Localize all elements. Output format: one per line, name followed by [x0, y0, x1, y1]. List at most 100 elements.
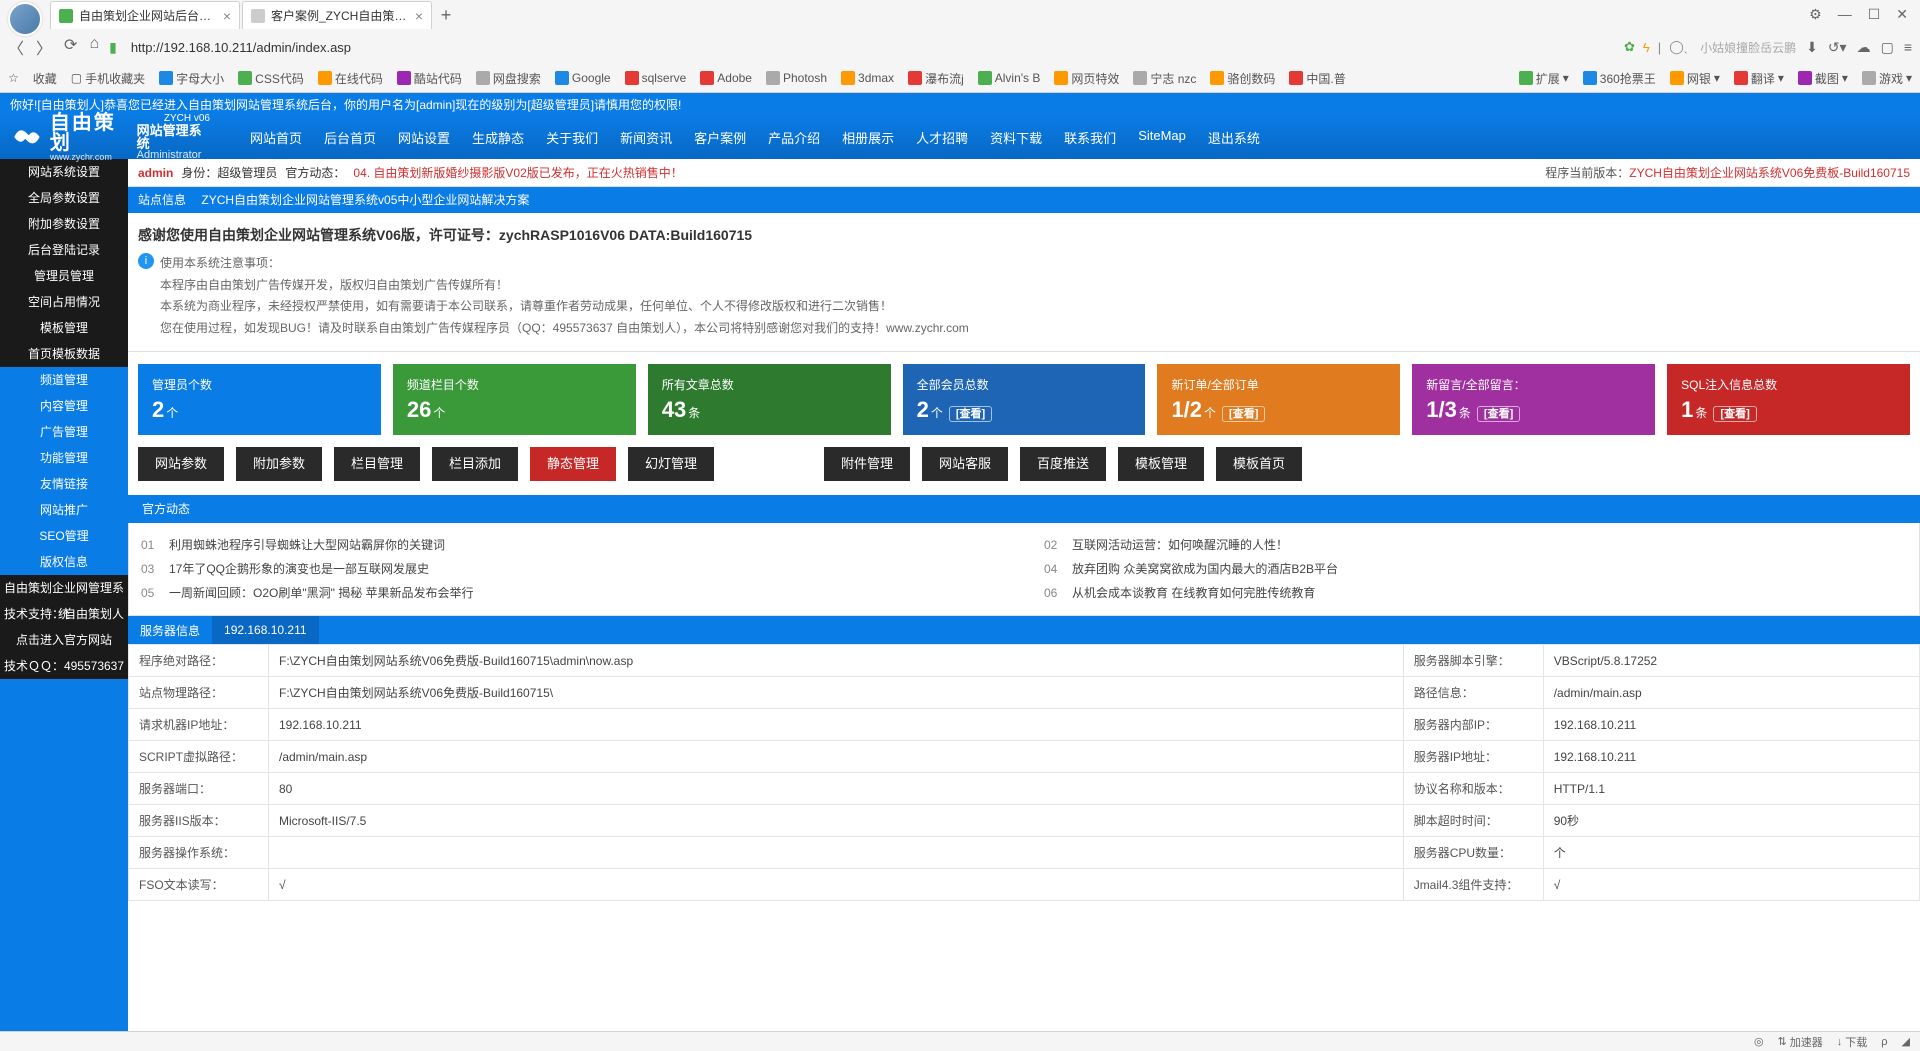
bookmark-item[interactable]: 收藏 [33, 70, 57, 87]
news-item[interactable]: 05一周新闻回顾：O2O刷单"黑洞" 揭秘 苹果新品发布会举行 [141, 581, 1004, 605]
nav-logout[interactable]: 退出系统 [1198, 124, 1270, 151]
nav-site-settings[interactable]: 网站设置 [388, 124, 460, 151]
bookmark-item[interactable]: 在线代码 [318, 70, 383, 87]
action-button[interactable]: 附件管理 [824, 447, 910, 481]
sync-icon[interactable]: ✿ [1624, 39, 1635, 55]
sidebar-foot[interactable]: 技术支持：自由策划人 [0, 601, 128, 627]
history-icon[interactable]: ↺▾ [1828, 39, 1847, 56]
news-item[interactable]: 06从机会成本谈教育 在线教育如何完胜传统教育 [1044, 581, 1907, 605]
sidebar-foot[interactable]: 技术ＱＱ：495573637 [0, 653, 128, 679]
news-link[interactable]: 一周新闻回顾：O2O刷单"黑洞" 揭秘 苹果新品发布会举行 [169, 581, 474, 605]
nav-contact[interactable]: 联系我们 [1054, 124, 1126, 151]
status-download[interactable]: ↓ 下载 [1837, 1034, 1868, 1050]
view-link[interactable]: [查看] [1713, 406, 1756, 422]
news-link[interactable]: 从机会成本谈教育 在线教育如何完胜传统教育 [1072, 581, 1315, 605]
sidebar-item-loginlog[interactable]: 后台登陆记录 [0, 237, 128, 263]
sidebar-item-seo[interactable]: SEO管理 [0, 523, 128, 549]
nav-gallery[interactable]: 相册展示 [832, 124, 904, 151]
nav-home[interactable]: 网站首页 [240, 124, 312, 151]
bookmark-item[interactable]: CSS代码 [238, 70, 304, 87]
news-link[interactable]: 放弃团购 众美窝窝欲成为国内最大的酒店B2B平台 [1072, 557, 1338, 581]
sidebar-item-admins[interactable]: 管理员管理 [0, 263, 128, 289]
sidebar-item-copyright[interactable]: 版权信息 [0, 549, 128, 575]
action-button[interactable]: 静态管理 [530, 447, 616, 481]
action-button[interactable]: 附加参数 [236, 447, 322, 481]
status-icon[interactable]: ρ [1881, 1036, 1887, 1048]
sidebar-item-links[interactable]: 友情链接 [0, 471, 128, 497]
sidebar-item-content[interactable]: 内容管理 [0, 393, 128, 419]
bookmark-item[interactable]: 网盘搜索 [476, 70, 541, 87]
bookmark-item[interactable]: 扩展 ▾ [1519, 70, 1569, 87]
bookmark-item[interactable]: Adobe [700, 71, 752, 85]
action-button[interactable]: 栏目管理 [334, 447, 420, 481]
news-item[interactable]: 01利用蜘蛛池程序引导蜘蛛让大型网站霸屏你的关键词 [141, 533, 1004, 557]
bookmark-item[interactable]: Google [555, 71, 611, 85]
news-item[interactable]: 0317年了QQ企鹅形象的演变也是一部互联网发展史 [141, 557, 1004, 581]
view-link[interactable]: [查看] [949, 406, 992, 422]
stat-card[interactable]: 新留言/全部留言：1/3条[查看] [1412, 364, 1655, 435]
action-button[interactable]: 百度推送 [1020, 447, 1106, 481]
stat-card[interactable]: 频道栏目个数26个 [393, 364, 636, 435]
nav-jobs[interactable]: 人才招聘 [906, 124, 978, 151]
sidebar-item-hometpl[interactable]: 首页模板数据 [0, 341, 128, 367]
tab-active[interactable]: 自由策划企业网站后台管理系统 × [50, 1, 240, 29]
back-button[interactable]: 〈 [8, 35, 24, 59]
action-button[interactable]: 栏目添加 [432, 447, 518, 481]
sidebar-item-promo[interactable]: 网站推广 [0, 497, 128, 523]
stat-card[interactable]: 所有文章总数43条 [648, 364, 891, 435]
news-link[interactable]: 17年了QQ企鹅形象的演变也是一部互联网发展史 [169, 557, 429, 581]
status-accelerator[interactable]: ⇅ 加速器 [1778, 1034, 1823, 1050]
sidebar-item-channel[interactable]: 频道管理 [0, 367, 128, 393]
nav-cases[interactable]: 客户案例 [684, 124, 756, 151]
sidebar-item-global[interactable]: 全局参数设置 [0, 185, 128, 211]
bookmark-item[interactable]: 骆创数码 [1210, 70, 1275, 87]
sidebar-item-extra[interactable]: 附加参数设置 [0, 211, 128, 237]
bookmark-item[interactable]: 截图 ▾ [1798, 70, 1848, 87]
bookmark-item[interactable]: sqlserve [625, 71, 687, 85]
bookmark-item[interactable]: 字母大小 [159, 70, 224, 87]
forward-button[interactable]: 〉 [36, 35, 52, 59]
news-item[interactable]: 02互联网活动运营：如何唤醒沉睡的人性！ [1044, 533, 1907, 557]
news-link[interactable]: 利用蜘蛛池程序引导蜘蛛让大型网站霸屏你的关键词 [169, 533, 445, 557]
nav-sitemap[interactable]: SiteMap [1128, 124, 1196, 151]
sidebar-foot[interactable]: 点击进入官方网站 [0, 627, 128, 653]
tab[interactable]: 客户案例_ZYCH自由策划企业网站 × [242, 1, 432, 29]
bookmark-item[interactable]: Photosh [766, 71, 827, 85]
cloud-icon[interactable]: ☁ [1857, 39, 1871, 56]
nav-products[interactable]: 产品介绍 [758, 124, 830, 151]
nav-news[interactable]: 新闻资讯 [610, 124, 682, 151]
status-icon[interactable]: ◢ [1902, 1035, 1910, 1048]
close-button[interactable]: ✕ [1892, 4, 1912, 25]
stat-card[interactable]: 管理员个数2个 [138, 364, 381, 435]
bookmark-item[interactable]: 网银 ▾ [1670, 70, 1720, 87]
stat-card[interactable]: 新订单/全部订单1/2个[查看] [1157, 364, 1400, 435]
menu-icon[interactable]: ≡ [1904, 39, 1912, 55]
sidebar-item-features[interactable]: 功能管理 [0, 445, 128, 471]
flash-icon[interactable]: ϟ [1643, 40, 1650, 55]
news-link[interactable]: 互联网活动运营：如何唤醒沉睡的人性！ [1072, 533, 1288, 557]
settings-icon[interactable]: ⚙ [1805, 4, 1826, 25]
minimize-button[interactable]: — [1834, 4, 1856, 25]
download-icon[interactable]: ⬇ [1806, 39, 1818, 56]
bookmark-item[interactable]: 中国.普 [1289, 70, 1345, 87]
nav-about[interactable]: 关于我们 [536, 124, 608, 151]
action-button[interactable]: 模板管理 [1118, 447, 1204, 481]
status-indicator[interactable]: ◎ [1754, 1035, 1764, 1048]
maximize-button[interactable]: ☐ [1864, 4, 1885, 25]
url-input[interactable]: http://192.168.10.211/admin/index.asp [127, 36, 1614, 59]
bookmark-item[interactable]: 瀑布流j [908, 70, 964, 87]
tab-news[interactable]: 官方动态 [128, 495, 204, 523]
bookmark-item[interactable]: 翻译 ▾ [1734, 70, 1784, 87]
view-link[interactable]: [查看] [1477, 406, 1520, 422]
stat-card[interactable]: 全部会员总数2个[查看] [903, 364, 1146, 435]
action-button[interactable]: 模板首页 [1216, 447, 1302, 481]
bookmark-item[interactable]: 酷站代码 [397, 70, 462, 87]
reload-button[interactable]: ⟳ [64, 35, 77, 59]
bookmark-item[interactable]: 网页特效 [1054, 70, 1119, 87]
action-button[interactable]: 网站客服 [922, 447, 1008, 481]
action-button[interactable]: 网站参数 [138, 447, 224, 481]
new-tab-button[interactable]: + [434, 5, 458, 26]
news-item[interactable]: 04放弃团购 众美窝窝欲成为国内最大的酒店B2B平台 [1044, 557, 1907, 581]
version-link[interactable]: ZYCH自由策划企业网站系统V06免费板-Build160715 [1629, 166, 1910, 180]
shield-icon[interactable]: ▮ [109, 39, 117, 56]
